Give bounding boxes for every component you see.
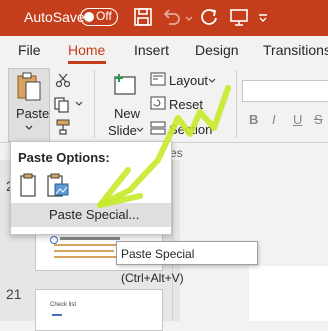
tab-design[interactable]: Design: [195, 42, 239, 58]
tab-insert[interactable]: Insert: [134, 42, 169, 58]
paste-options-dropdown: Paste Options: Paste Special...: [10, 141, 172, 235]
undo-icon[interactable]: [160, 6, 182, 28]
reset-button[interactable]: Reset: [169, 97, 203, 112]
new-slide-chevron-icon[interactable]: [136, 127, 144, 133]
paste-options-header: Paste Options:: [18, 150, 110, 165]
autosave-toggle[interactable]: Off: [80, 8, 118, 26]
thumb-text-line: [52, 314, 62, 316]
bold-button[interactable]: B: [249, 112, 258, 127]
slideshow-icon[interactable]: [228, 6, 250, 28]
slide-thumbnail[interactable]: Check list: [35, 289, 163, 331]
underline-button[interactable]: U: [293, 112, 302, 127]
keep-source-formatting-icon[interactable]: [19, 173, 41, 199]
layout-button[interactable]: Layout: [169, 73, 208, 88]
paste-chevron-icon: [25, 125, 33, 130]
thumb-text-line: [54, 250, 114, 252]
ribbon-separator: [236, 70, 237, 138]
toggle-state: Off: [96, 9, 112, 23]
format-painter-icon[interactable]: [54, 118, 72, 136]
strikethrough-button[interactable]: S: [314, 112, 323, 127]
thumb-text-line: [54, 244, 124, 246]
tab-home[interactable]: Home: [68, 42, 105, 58]
save-icon[interactable]: [132, 6, 154, 28]
thumb-bullet: [50, 236, 58, 244]
redo-icon[interactable]: [198, 6, 220, 28]
new-slide-icon[interactable]: [112, 72, 138, 98]
tab-transitions[interactable]: Transitions: [263, 42, 328, 58]
italic-button[interactable]: I: [272, 112, 276, 127]
paste-special-item[interactable]: Paste Special...: [11, 203, 171, 227]
slide-number: 21: [6, 286, 22, 302]
thumb-title: Check list: [50, 302, 77, 308]
paste-picture-icon[interactable]: [46, 173, 70, 199]
layout-chevron-icon[interactable]: [208, 78, 216, 84]
tab-file[interactable]: File: [18, 42, 41, 58]
cut-icon[interactable]: [55, 72, 71, 88]
reset-icon: [150, 96, 166, 110]
clipboard-icon: [17, 72, 41, 101]
copy-chevron-icon[interactable]: [75, 101, 83, 107]
layout-icon: [150, 72, 166, 86]
paste-label: Paste: [16, 106, 50, 121]
ribbon-separator: [94, 70, 95, 138]
customize-toolbar-icon[interactable]: [258, 14, 268, 22]
copy-icon[interactable]: [53, 96, 71, 114]
thumb-text-line: [60, 237, 120, 240]
new-slide-label-1: New: [114, 106, 141, 121]
section-icon: [150, 121, 166, 135]
new-slide-label-2: Slide: [108, 123, 137, 138]
section-button[interactable]: Section: [169, 122, 212, 137]
slide-canvas[interactable]: [249, 266, 328, 321]
autosave-label: AutoSave: [24, 9, 85, 25]
font-name-box[interactable]: [242, 80, 328, 102]
chevron-down-icon[interactable]: [184, 14, 194, 24]
thumb-text-line: [54, 256, 119, 258]
paste-special-label: Paste Special...: [49, 207, 140, 222]
paste-special-tooltip: Paste Special (Ctrl+Alt+V): [116, 241, 258, 285]
toggle-knob: [84, 11, 94, 22]
